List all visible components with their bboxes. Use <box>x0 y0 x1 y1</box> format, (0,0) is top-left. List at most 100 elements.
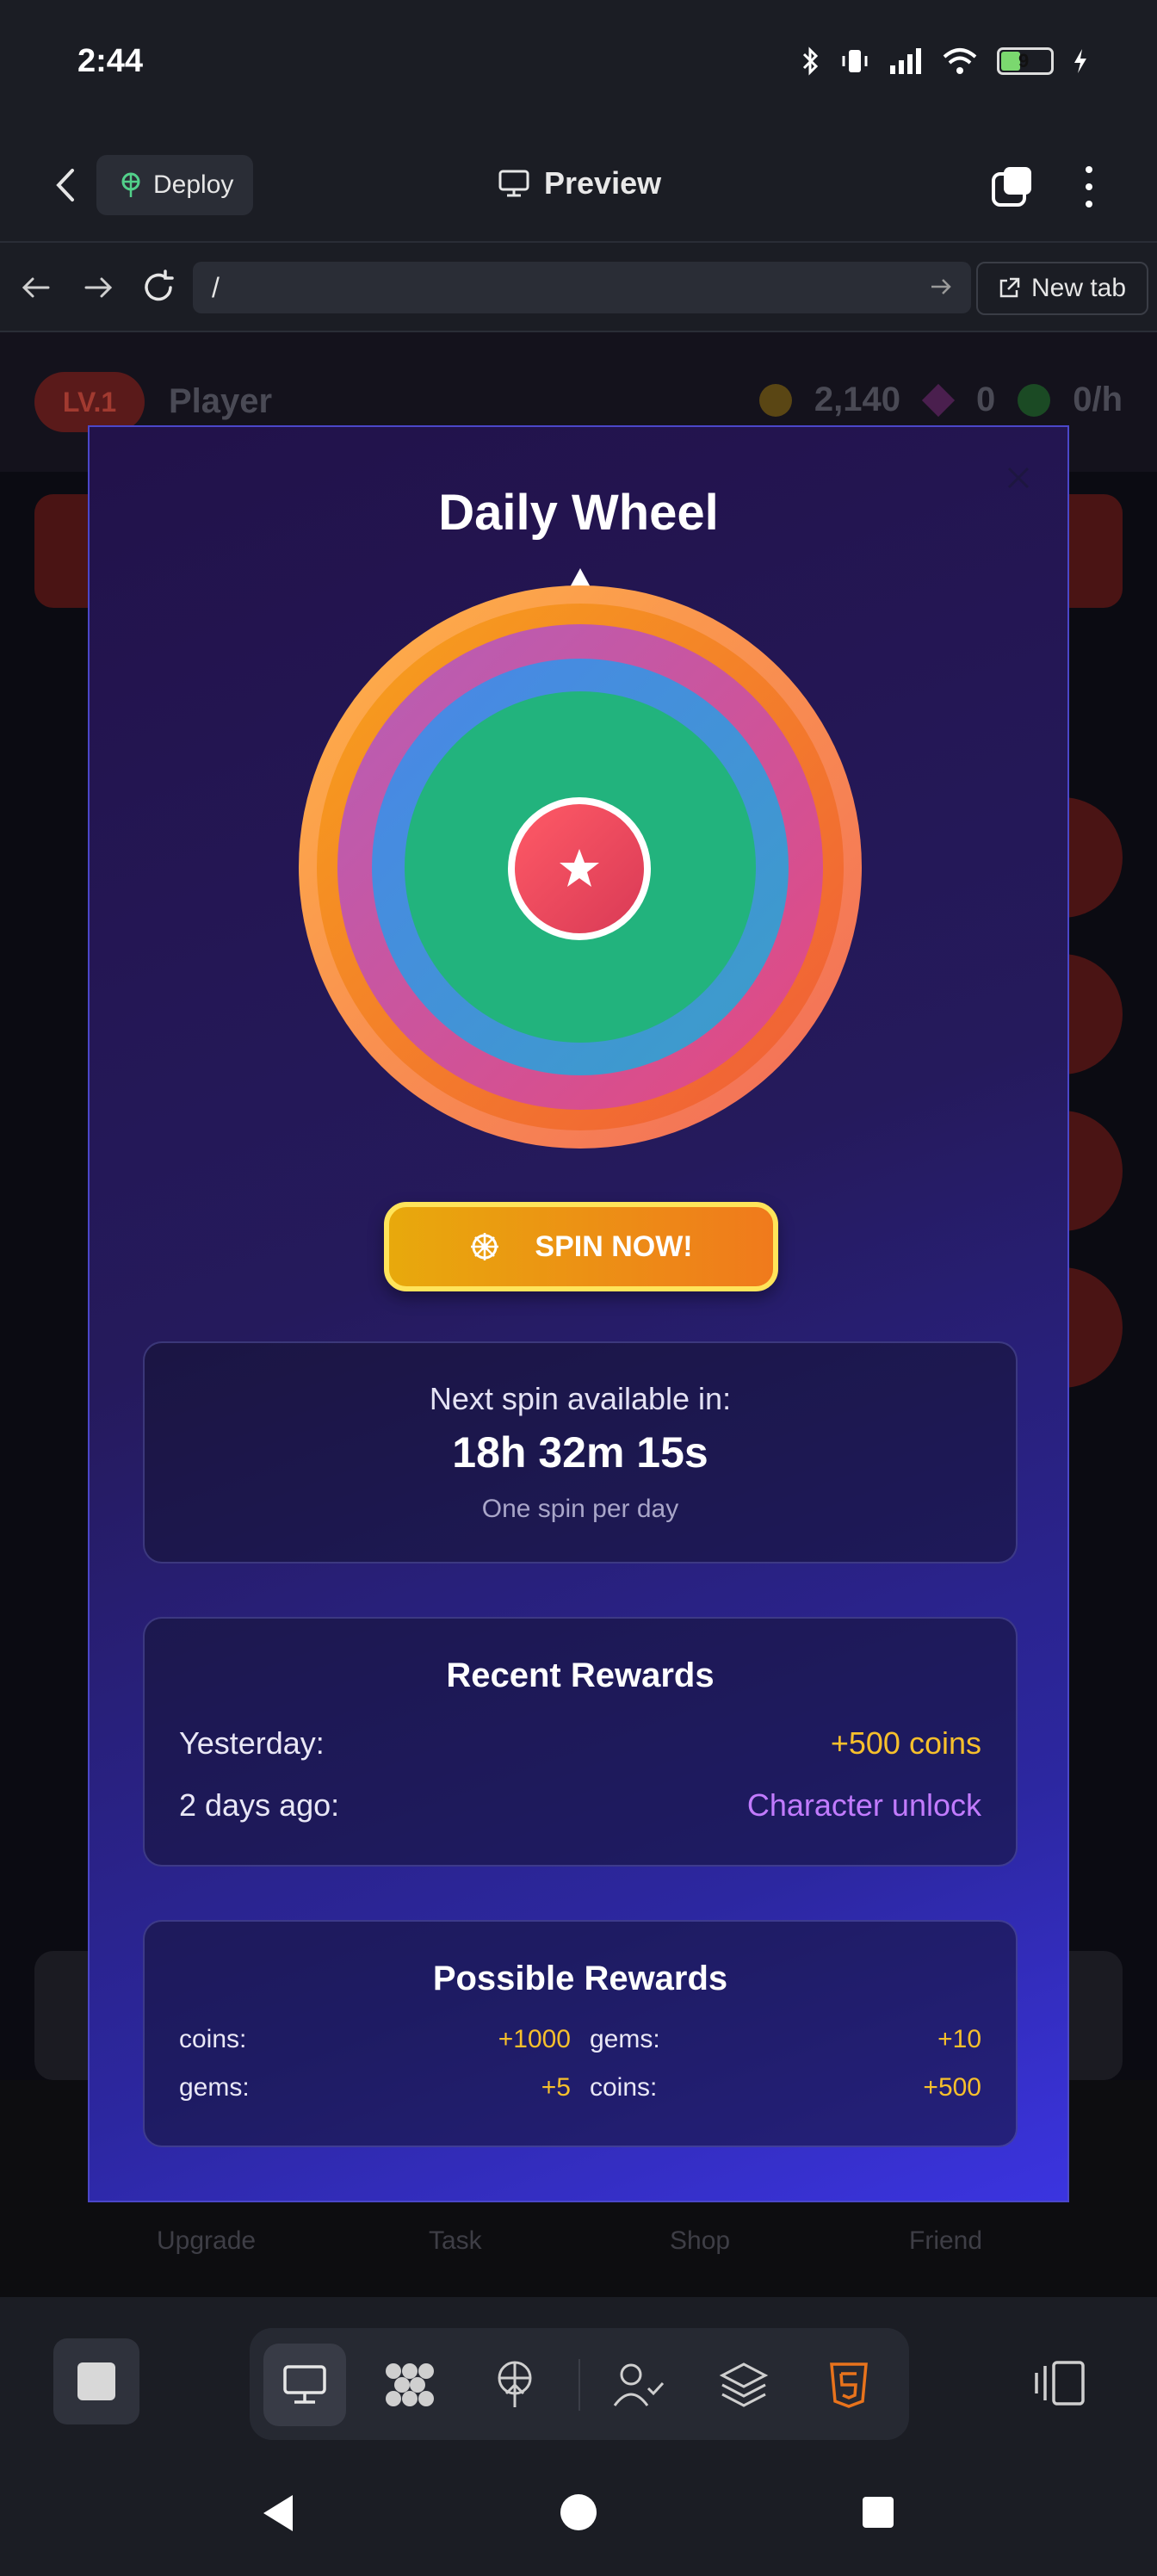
next-spin-note: One spin per day <box>481 1495 679 1523</box>
wheel-icon <box>471 1233 499 1260</box>
reward-amount: +1000 <box>498 2025 571 2053</box>
toolbar-divider <box>578 2359 580 2411</box>
wheel-center-button[interactable] <box>508 797 651 940</box>
reward-amount: +10 <box>937 2025 981 2053</box>
player-name: Player <box>169 382 273 420</box>
wifi-icon <box>943 48 977 74</box>
reward-value: Character unlock <box>746 1787 981 1823</box>
nav-recents-icon[interactable] <box>861 2495 895 2530</box>
reload-icon[interactable] <box>139 269 177 307</box>
url-input[interactable]: / <box>193 262 971 313</box>
nav-label-shop: Shop <box>670 2226 731 2255</box>
reward-amount: +5 <box>541 2073 571 2102</box>
possible-rewards-title: Possible Rewards <box>432 1960 728 1997</box>
nav-label-upgrade: Upgrade <box>157 2226 257 2255</box>
daily-wheel-modal: Daily Wheel SPIN NOW! Next spin availabl… <box>88 425 1069 2202</box>
go-arrow-icon[interactable] <box>928 274 954 300</box>
coins-count: 2,140 <box>814 381 900 418</box>
preview-tab[interactable]: Preview <box>498 165 661 201</box>
app-header: Deploy Preview <box>0 129 1157 243</box>
possible-reward-item: gems: +10 <box>590 2025 981 2054</box>
possible-rewards-grid: coins: +1000 gems: +10 gems: +5 coins: +… <box>179 2025 981 2102</box>
nav-home-icon[interactable] <box>560 2493 597 2531</box>
monitor-icon <box>498 170 529 197</box>
possible-reward-item: coins: +500 <box>590 2073 981 2102</box>
layers-tool-button[interactable] <box>702 2344 785 2426</box>
back-icon[interactable] <box>45 164 88 207</box>
split-view-icon[interactable] <box>1033 2357 1086 2409</box>
recent-rewards-title: Recent Rewards <box>446 1656 715 1694</box>
reward-name: gems: <box>179 2073 250 2102</box>
nav-back-icon[interactable] <box>260 2493 296 2533</box>
new-tab-button[interactable]: New tab <box>976 262 1148 315</box>
browser-bar: / New tab <box>0 243 1157 332</box>
reward-name: gems: <box>590 2025 660 2053</box>
possible-rewards-panel: Possible Rewards coins: +1000 gems: +10 … <box>143 1920 1018 2147</box>
battery-level: 9 <box>1018 50 1030 71</box>
new-tab-label: New tab <box>1031 274 1127 302</box>
ide-toolbar <box>0 2297 1157 2462</box>
nav-label-friend: Friend <box>909 2226 983 2255</box>
level-badge: LV.1 <box>34 372 145 432</box>
battery-icon: 9 <box>997 47 1054 75</box>
stop-icon <box>77 2362 115 2400</box>
status-bar: 2:44 9 <box>0 0 1157 129</box>
arrow-left-icon[interactable] <box>17 269 55 307</box>
next-spin-panel: Next spin available in: 18h 32m 15s One … <box>143 1341 1018 1564</box>
status-time: 2:44 <box>77 43 144 79</box>
next-spin-label: Next spin available in: <box>429 1381 732 1416</box>
deploy-icon <box>498 2361 532 2407</box>
reward-name: coins: <box>179 2025 247 2053</box>
possible-reward-item: coins: +1000 <box>179 2025 571 2054</box>
status-icons: 9 <box>801 46 1088 76</box>
rate-count: 0/h <box>1073 381 1123 418</box>
clock-icon <box>1018 383 1051 417</box>
more-options-icon[interactable] <box>1076 164 1102 210</box>
gem-icon <box>921 383 956 417</box>
next-spin-timer: 18h 32m 15s <box>452 1428 708 1477</box>
nav-label-task: Task <box>429 2226 482 2255</box>
bluetooth-icon <box>802 46 819 76</box>
reward-name: coins: <box>590 2073 658 2102</box>
deploy-label: Deploy <box>153 170 234 199</box>
wheel-pointer-icon <box>570 568 591 587</box>
workspace-icon <box>386 2363 434 2406</box>
star-icon <box>560 849 599 887</box>
toolbar-group <box>250 2328 909 2440</box>
url-text: / <box>212 272 220 303</box>
reward-value: +500 coins <box>830 1725 981 1761</box>
preview-label: Preview <box>544 165 662 201</box>
users-tool-button[interactable] <box>597 2344 680 2426</box>
game-stats: 2,140 0 0/h <box>758 381 1123 419</box>
recent-reward-row: 2 days ago: Character unlock <box>179 1787 981 1824</box>
recent-rewards-panel: Recent Rewards Yesterday: +500 coins 2 d… <box>143 1617 1018 1867</box>
html5-tool-button[interactable] <box>807 2344 890 2426</box>
layers-icon <box>719 2362 769 2407</box>
charging-icon <box>1074 49 1086 73</box>
possible-reward-item: gems: +5 <box>179 2073 571 2102</box>
user-check-icon <box>613 2363 665 2406</box>
reward-when: 2 days ago: <box>179 1787 340 1823</box>
reward-amount: +500 <box>923 2073 981 2102</box>
recent-reward-row: Yesterday: +500 coins <box>179 1725 981 1762</box>
workspace-tool-button[interactable] <box>368 2344 451 2426</box>
gems-count: 0 <box>975 381 996 418</box>
stop-button[interactable] <box>53 2338 139 2424</box>
vibrate-icon <box>842 50 868 72</box>
html5-icon <box>830 2362 868 2408</box>
modal-title: Daily Wheel <box>438 485 719 541</box>
deploy-icon <box>121 172 140 197</box>
spin-now-button[interactable]: SPIN NOW! <box>384 1202 778 1291</box>
copy-icon[interactable] <box>990 164 1036 210</box>
arrow-right-icon[interactable] <box>79 269 117 307</box>
android-nav-bar <box>0 2459 1157 2576</box>
reward-when: Yesterday: <box>179 1725 325 1761</box>
coin-stack-icon <box>758 383 792 417</box>
deploy-tool-button[interactable] <box>473 2344 556 2426</box>
monitor-icon <box>283 2365 326 2404</box>
signal-icon <box>890 48 921 74</box>
deploy-button[interactable]: Deploy <box>96 155 253 215</box>
spin-now-label: SPIN NOW! <box>535 1229 693 1263</box>
external-link-icon <box>999 277 1020 298</box>
preview-tool-button[interactable] <box>263 2344 346 2426</box>
